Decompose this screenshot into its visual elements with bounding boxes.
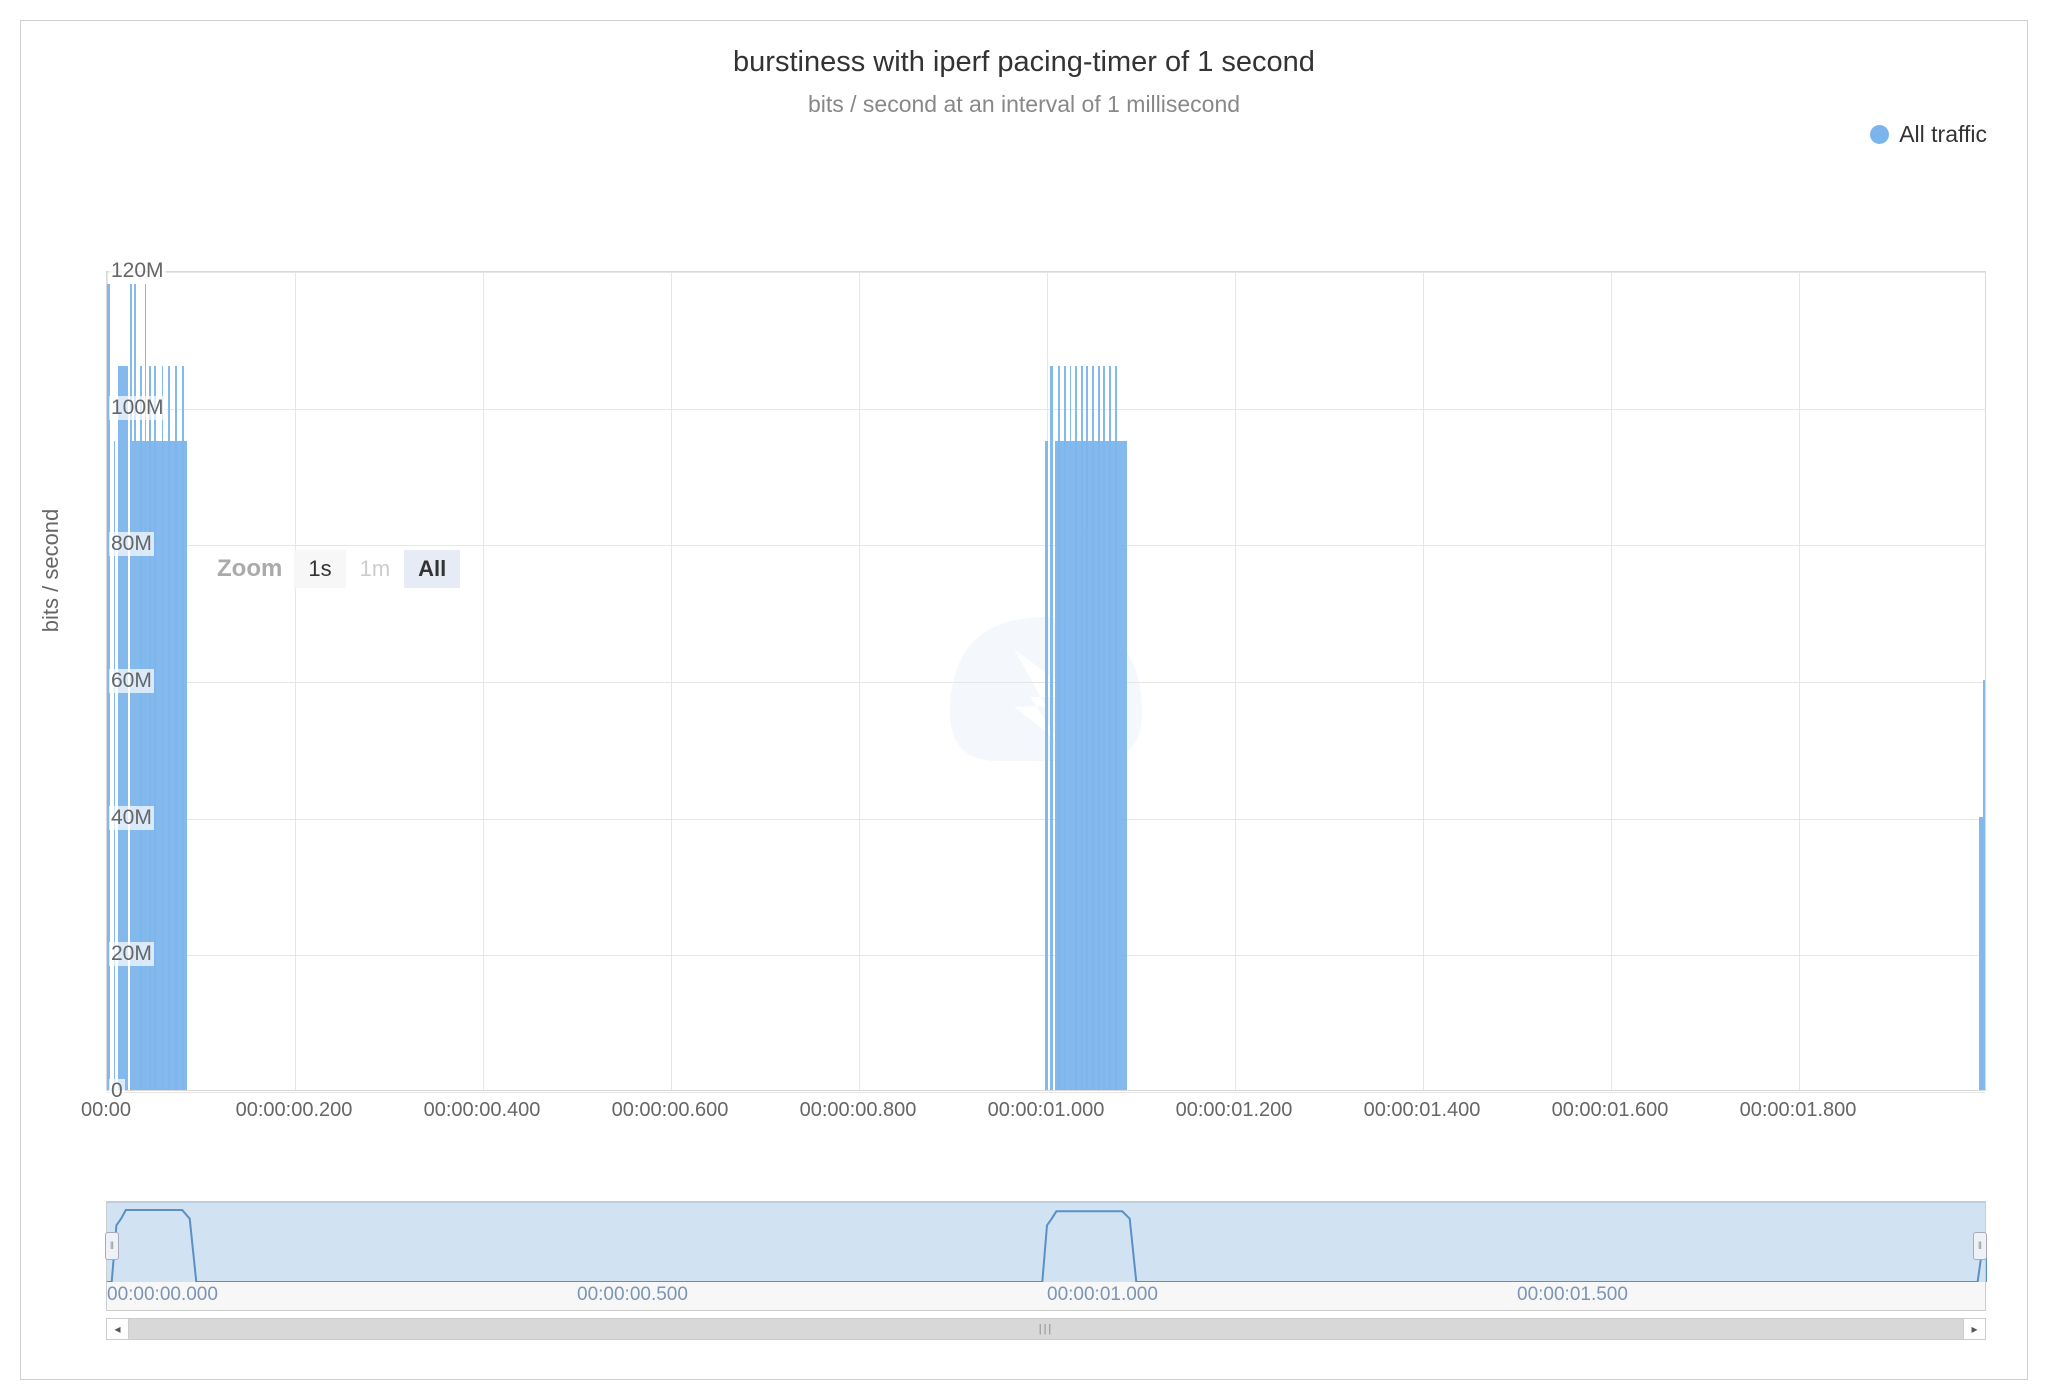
legend-label: All traffic <box>1899 121 1987 148</box>
zoom-1m-button: 1m <box>346 550 405 588</box>
data-bar[interactable] <box>1109 366 1111 1090</box>
navigator-series <box>107 1202 1987 1282</box>
x-axis-labels: 00:0000:00:00.20000:00:00.40000:00:00.60… <box>106 1099 1986 1129</box>
data-bar[interactable] <box>1086 366 1088 1090</box>
zoom-label: Zoom <box>217 555 282 583</box>
y-tick-label: 60M <box>109 669 154 693</box>
data-bar[interactable] <box>1045 441 1048 1090</box>
legend-item[interactable]: All traffic <box>1870 121 1987 148</box>
scroll-track[interactable]: ||| <box>129 1319 1963 1339</box>
x-tick-label: 00:00:01.400 <box>1364 1099 1481 1122</box>
data-bar[interactable] <box>1070 366 1072 1090</box>
navigator-tick-label: 00:00:00.500 <box>577 1284 688 1306</box>
data-bar[interactable] <box>182 366 184 1090</box>
legend-dot-icon <box>1870 125 1889 144</box>
zoom-1s-button[interactable]: 1s <box>294 550 345 588</box>
x-tick-label: 00:00:01.800 <box>1740 1099 1857 1122</box>
data-bar[interactable] <box>1115 366 1117 1090</box>
scroll-right-arrow-icon[interactable]: ▸ <box>1963 1319 1985 1339</box>
navigator-handle-right[interactable]: ‖ <box>1973 1232 1987 1260</box>
navigator-handle-left[interactable]: ‖ <box>105 1232 119 1260</box>
data-bar[interactable] <box>168 366 170 1090</box>
data-bar[interactable] <box>1050 366 1053 1090</box>
y-tick-label: 120M <box>109 259 166 283</box>
data-bar[interactable] <box>1092 366 1094 1090</box>
zoom-all-button[interactable]: All <box>404 550 460 588</box>
zoom-controls: Zoom 1s 1m All <box>217 550 460 588</box>
y-axis-labels: 020M40M60M80M100M120M <box>106 271 166 1091</box>
y-tick-label: 40M <box>109 806 154 830</box>
y-axis-title: bits / second <box>38 509 64 633</box>
data-bar[interactable] <box>175 366 177 1090</box>
x-tick-label: 00:00:00.800 <box>800 1099 917 1122</box>
navigator-tick-label: 00:00:01.500 <box>1517 1284 1628 1306</box>
data-bar[interactable] <box>1103 366 1105 1090</box>
scroll-left-arrow-icon[interactable]: ◂ <box>107 1319 129 1339</box>
data-bar[interactable] <box>1058 366 1060 1090</box>
chart-bars <box>107 272 1985 1090</box>
y-tick-label: 80M <box>109 532 154 556</box>
navigator[interactable]: ‖ ‖ 00:00:00.000 00:00:00.500 00:00:01.000… <box>106 1201 1986 1311</box>
x-tick-label: 00:00:01.600 <box>1552 1099 1669 1122</box>
x-tick-label: 00:00:00.200 <box>236 1099 353 1122</box>
x-tick-label: 00:00:00.400 <box>424 1099 541 1122</box>
data-bar[interactable] <box>1098 366 1100 1090</box>
chart-title: burstiness with iperf pacing-timer of 1 … <box>21 46 2027 79</box>
data-bar[interactable] <box>1064 366 1066 1090</box>
x-tick-label: 00:00:00.600 <box>612 1099 729 1122</box>
data-bar[interactable] <box>1081 366 1083 1090</box>
scroll-grip-icon: ||| <box>1039 1323 1054 1335</box>
y-tick-label: 100M <box>109 396 166 420</box>
navigator-tick-label: 00:00:00.000 <box>107 1284 218 1306</box>
x-tick-label: 00:00:01.000 <box>988 1099 1105 1122</box>
data-bar[interactable] <box>1075 366 1077 1090</box>
plot-area[interactable]: Zoom 1s 1m All <box>106 271 1986 1091</box>
x-tick-label: 00:00:01.200 <box>1176 1099 1293 1122</box>
navigator-scrollbar[interactable]: ◂ ||| ▸ <box>106 1318 1986 1340</box>
y-tick-label: 20M <box>109 942 154 966</box>
data-bar[interactable] <box>1085 530 1087 1090</box>
data-bar[interactable] <box>1983 680 1985 1090</box>
navigator-tick-label: 00:00:01.000 <box>1047 1284 1158 1306</box>
x-tick-label: 00:00 <box>81 1099 131 1122</box>
chart-container: burstiness with iperf pacing-timer of 1 … <box>20 20 2028 1380</box>
chart-subtitle: bits / second at an interval of 1 millis… <box>21 91 2027 118</box>
